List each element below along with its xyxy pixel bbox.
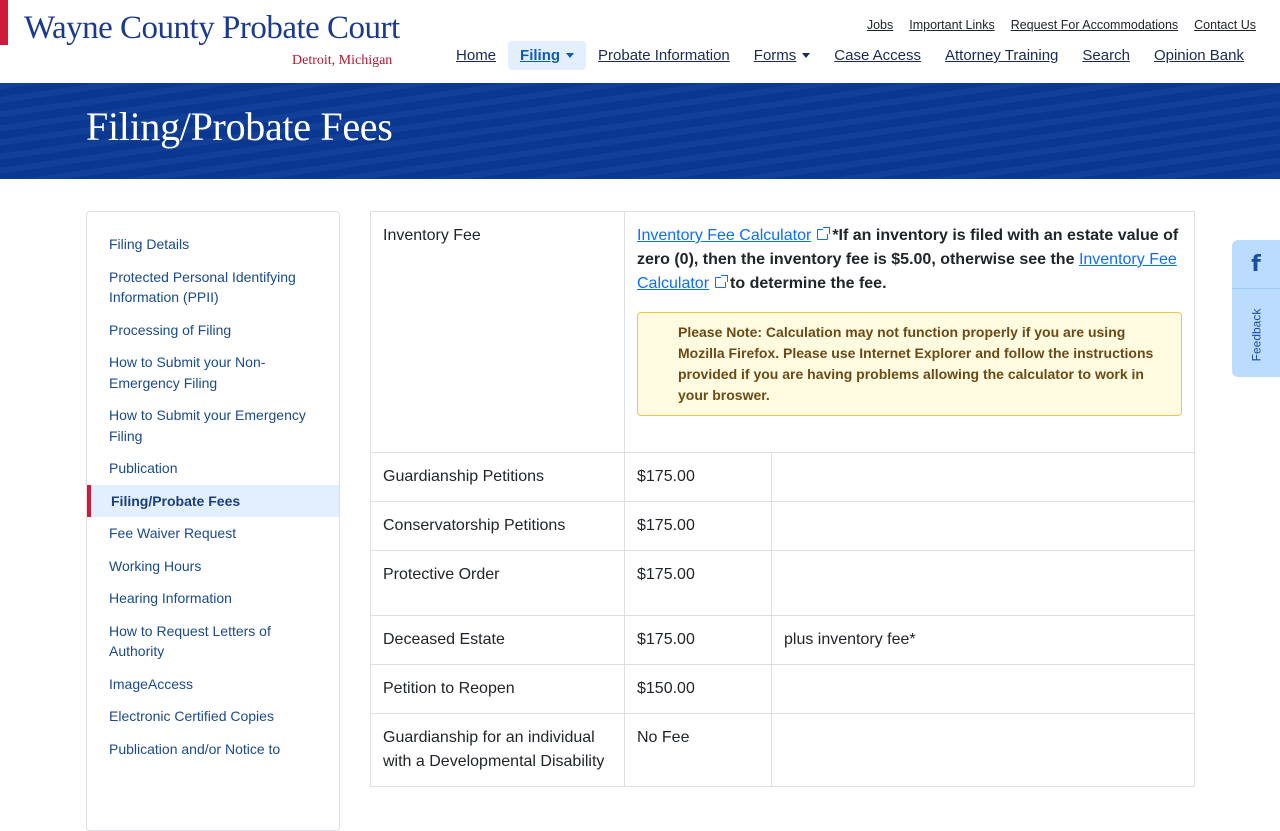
fee-note [771, 550, 1195, 616]
util-link-important-links[interactable]: Important Links [909, 18, 994, 32]
fee-name: Inventory Fee [383, 227, 481, 244]
feedback-button[interactable]: Feedback [1240, 300, 1272, 370]
fee-note [771, 501, 1195, 551]
site-subtitle: Detroit, Michigan [292, 53, 393, 68]
sidebar-item-hearing-information[interactable]: Hearing Information [87, 582, 339, 615]
util-link-accommodations[interactable]: Request For Accommodations [1011, 18, 1178, 32]
fee-amount: $175.00 [624, 501, 772, 551]
chevron-down-icon [566, 53, 575, 58]
table-row: Deceased Estate $175.00 plus inventory f… [370, 615, 1195, 665]
sidebar-item-publication-notice[interactable]: Publication and/or Notice to [87, 733, 339, 766]
page-banner: Filing/Probate Fees [0, 83, 1280, 179]
site-brand[interactable]: Wayne County Probate Court Detroit, Mich… [24, 10, 400, 68]
table-row: Protective Order $175.00 [370, 550, 1195, 616]
nav-attorney-training-label: Attorney Training [945, 47, 1059, 64]
sidebar-nav: Filing Details Protected Personal Identi… [86, 211, 340, 831]
nav-forms-label: Forms [753, 47, 797, 64]
table-row: Guardianship for an individual with a De… [370, 713, 1195, 787]
sidebar-item-processing-of-filing[interactable]: Processing of Filing [87, 314, 339, 347]
site-title[interactable]: Wayne County Probate Court [24, 10, 400, 47]
table-row: Conservatorship Petitions $175.00 [370, 501, 1195, 551]
fee-note [771, 664, 1195, 714]
fee-amount: $175.00 [624, 615, 772, 665]
sidebar-item-filing-probate-fees[interactable]: Filing/Probate Fees [87, 484, 339, 517]
inventory-link1-label: Inventory Fee Calculator [637, 227, 812, 244]
fee-amount: $175.00 [624, 452, 772, 502]
nav-probate-information[interactable]: Probate Information [586, 41, 742, 70]
fee-name: Petition to Reopen [370, 664, 625, 714]
fee-note [771, 713, 1195, 787]
fee-note [771, 452, 1195, 502]
sidebar-item-filing-details[interactable]: Filing Details [87, 228, 339, 261]
fee-name: Conservatorship Petitions [370, 501, 625, 551]
inventory-detail-cell: Inventory Fee Calculator *If an inventory… [624, 211, 1195, 453]
feedback-label: Feedback [1249, 308, 1264, 362]
table-row: Guardianship Petitions $175.00 [370, 452, 1195, 502]
nav-home[interactable]: Home [444, 41, 508, 70]
page-title: Filing/Probate Fees [86, 104, 393, 149]
fee-name: Protective Order [370, 550, 625, 616]
table-row: Petition to Reopen $150.00 [370, 664, 1195, 714]
fee-name-cell: Inventory Fee [370, 211, 625, 453]
fee-name: Guardianship for an individual with a De… [370, 713, 625, 787]
firefox-warning-alert: Please Note: Calculation may not functio… [637, 312, 1182, 416]
nav-attorney-training[interactable]: Attorney Training [933, 41, 1070, 70]
nav-search-label: Search [1082, 47, 1130, 64]
inventory-note-tail: to determine the fee. [730, 275, 887, 292]
nav-search[interactable]: Search [1070, 41, 1142, 70]
fee-name: Guardianship Petitions [370, 452, 625, 502]
sidebar-item-electronic-certified-copies[interactable]: Electronic Certified Copies [87, 700, 339, 733]
sidebar-item-fee-waiver-request[interactable]: Fee Waiver Request [87, 517, 339, 550]
table-row-inventory-fee: Inventory Fee Inventory Fee Calculator *I… [370, 211, 1195, 453]
sidebar-item-ppii[interactable]: Protected Personal Identifying Informati… [87, 261, 339, 314]
sidebar-item-emergency-filing[interactable]: How to Submit your Emergency Filing [87, 399, 339, 452]
nav-opinion-bank[interactable]: Opinion Bank [1142, 41, 1256, 70]
nav-home-label: Home [456, 47, 497, 64]
main-nav: Home Filing Probate Information Forms Ca… [444, 41, 1256, 70]
feedback-divider [1232, 288, 1280, 289]
sidebar-item-non-emergency-filing[interactable]: How to Submit your Non-Emergency Filing [87, 346, 339, 399]
sidebar-item-imageaccess[interactable]: ImageAccess [87, 668, 339, 701]
sidebar-list: Filing Details Protected Personal Identi… [87, 212, 339, 765]
nav-opinion-bank-label: Opinion Bank [1153, 47, 1244, 64]
fee-note: plus inventory fee* [771, 615, 1195, 665]
sidebar-item-letters-of-authority[interactable]: How to Request Letters of Authority [87, 615, 339, 668]
fee-amount: No Fee [624, 713, 772, 787]
fee-table: Inventory Fee Inventory Fee Calculator *I… [370, 211, 1195, 787]
site-header: Wayne County Probate Court Detroit, Mich… [0, 0, 1280, 83]
nav-forms[interactable]: Forms [742, 41, 823, 70]
feedback-tab: f Feedback [1232, 240, 1280, 377]
nav-case-access-label: Case Access [834, 47, 921, 64]
utility-links: Jobs Important Links Request For Accommo… [867, 18, 1256, 32]
util-link-jobs[interactable]: Jobs [867, 18, 893, 32]
nav-case-access[interactable]: Case Access [822, 41, 933, 70]
external-link-icon [817, 227, 831, 240]
fee-name: Deceased Estate [370, 615, 625, 665]
util-link-contact-us[interactable]: Contact Us [1194, 18, 1256, 32]
chevron-down-icon [802, 53, 811, 58]
facebook-icon[interactable]: f [1248, 252, 1264, 278]
brand-accent-bar [0, 0, 8, 45]
nav-filing[interactable]: Filing [508, 41, 587, 70]
external-link-icon [715, 275, 729, 288]
fee-amount: $150.00 [624, 664, 772, 714]
nav-filing-label: Filing [520, 47, 561, 64]
nav-probate-info-label: Probate Information [598, 47, 730, 64]
fee-amount: $175.00 [624, 550, 772, 616]
inventory-fee-calculator-link[interactable]: Inventory Fee Calculator [637, 227, 832, 244]
sidebar-item-publication[interactable]: Publication [87, 452, 339, 485]
sidebar-item-working-hours[interactable]: Working Hours [87, 550, 339, 583]
